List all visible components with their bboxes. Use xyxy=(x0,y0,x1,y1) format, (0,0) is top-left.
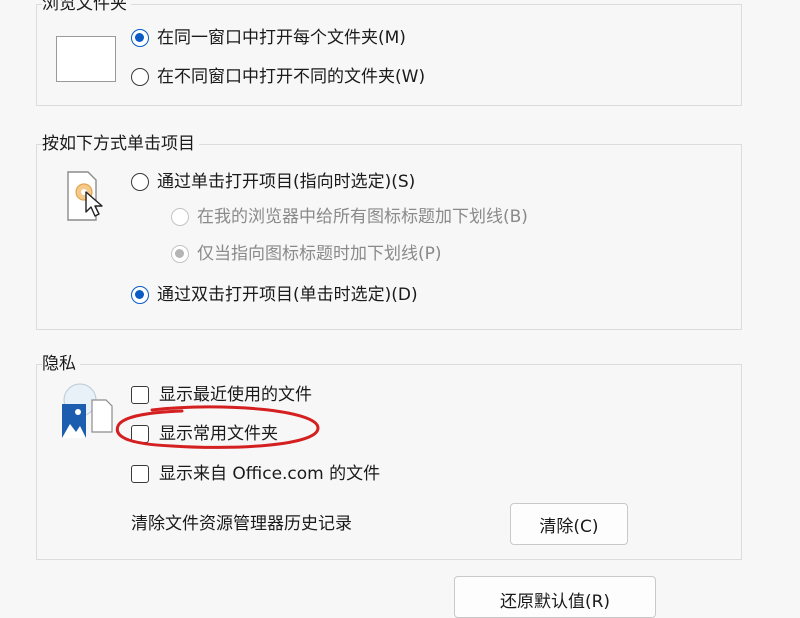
radio-indicator[interactable] xyxy=(171,245,189,263)
radio-double-click[interactable]: 通过双击打开项目(单击时选定)(D) xyxy=(131,284,418,306)
checkbox-label: 显示来自 Office.com 的文件 xyxy=(159,464,381,484)
radio-single-click[interactable]: 通过单击打开项目(指向时选定)(S) xyxy=(131,171,415,193)
privacy-title: 隐私 xyxy=(42,354,80,374)
privacy-files-icon xyxy=(62,383,113,438)
radio-same-window[interactable]: 在同一窗口中打开每个文件夹(M) xyxy=(131,27,406,49)
cursor-document-icon xyxy=(67,171,103,221)
check-office-files[interactable]: 显示来自 Office.com 的文件 xyxy=(131,463,380,485)
radio-indicator[interactable] xyxy=(131,29,149,47)
radio-indicator[interactable] xyxy=(171,208,189,226)
clear-history-label: 清除文件资源管理器历史记录 xyxy=(131,514,352,534)
radio-label: 在不同窗口中打开不同的文件夹(W) xyxy=(157,67,426,87)
radio-indicator[interactable] xyxy=(131,286,149,304)
radio-different-window[interactable]: 在不同窗口中打开不同的文件夹(W) xyxy=(131,66,425,88)
radio-label: 在我的浏览器中给所有图标标题加下划线(B) xyxy=(197,207,528,227)
checkbox-label: 显示最近使用的文件 xyxy=(159,385,312,405)
window-preview-icon xyxy=(56,36,116,82)
radio-indicator[interactable] xyxy=(131,68,149,86)
radio-label: 在同一窗口中打开每个文件夹(M) xyxy=(157,28,406,48)
restore-defaults-button[interactable]: 还原默认值(R) xyxy=(454,576,656,618)
radio-label: 仅当指向图标标题时加下划线(P) xyxy=(197,244,442,264)
radio-label: 通过单击打开项目(指向时选定)(S) xyxy=(157,172,416,192)
radio-label: 通过双击打开项目(单击时选定)(D) xyxy=(157,285,418,305)
check-recent-files[interactable]: 显示最近使用的文件 xyxy=(131,384,312,406)
radio-underline-hover[interactable]: 仅当指向图标标题时加下划线(P) xyxy=(171,243,442,265)
checkbox-indicator[interactable] xyxy=(131,465,149,483)
checkbox-indicator[interactable] xyxy=(131,386,149,404)
click-items-title: 按如下方式单击项目 xyxy=(42,134,199,154)
browse-folders-group xyxy=(36,4,742,106)
radio-underline-all[interactable]: 在我的浏览器中给所有图标标题加下划线(B) xyxy=(171,206,528,228)
radio-indicator[interactable] xyxy=(131,173,149,191)
clear-button[interactable]: 清除(C) xyxy=(510,503,628,545)
annotation-ellipse xyxy=(115,405,320,449)
browse-folders-title: 浏览文件夹 xyxy=(42,0,131,14)
